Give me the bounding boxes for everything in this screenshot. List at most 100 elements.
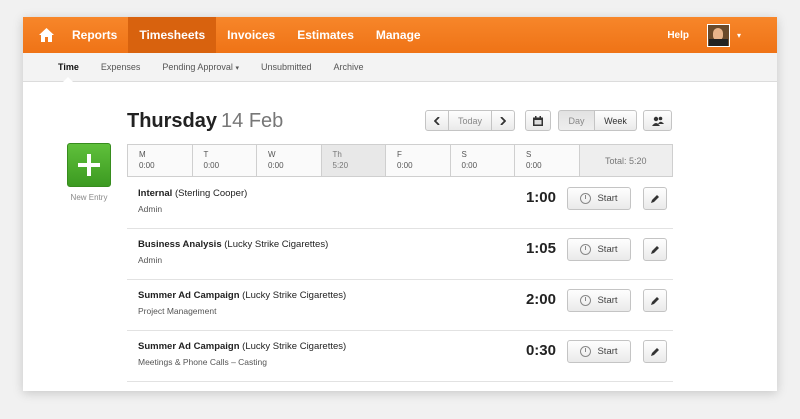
week-day-fri[interactable]: F 0:00 bbox=[386, 145, 451, 176]
nav-right: Help ▾ bbox=[667, 17, 777, 53]
pencil-icon bbox=[651, 245, 659, 254]
entry-title: Summer Ad Campaign (Lucky Strike Cigaret… bbox=[138, 290, 346, 301]
week-day-time: 5:20 bbox=[332, 161, 349, 170]
week-view-button[interactable]: Week bbox=[594, 110, 637, 131]
help-link[interactable]: Help bbox=[667, 30, 689, 41]
week-day-time: 0:00 bbox=[461, 161, 478, 170]
week-day-tue[interactable]: T 0:00 bbox=[193, 145, 257, 176]
start-timer-button[interactable]: Start bbox=[567, 238, 631, 261]
clock-icon bbox=[580, 244, 592, 255]
nav-estimates[interactable]: Estimates bbox=[286, 17, 365, 53]
week-day-time: 0:00 bbox=[397, 161, 413, 170]
edit-entry-button[interactable] bbox=[643, 238, 667, 261]
sub-nav: Time Expenses Pending Approval ▾ Unsubmi… bbox=[23, 53, 777, 82]
entry-time: 1:05 bbox=[525, 240, 556, 257]
clock-icon bbox=[580, 346, 592, 357]
edit-entry-button[interactable] bbox=[643, 187, 667, 210]
chevron-right-icon bbox=[500, 116, 506, 125]
calendar-icon bbox=[533, 115, 543, 126]
avatar-suit bbox=[708, 38, 728, 46]
entry-project: Business Analysis bbox=[138, 239, 222, 250]
entry-project: Internal bbox=[138, 188, 173, 199]
subnav-archive[interactable]: Archive bbox=[334, 53, 364, 81]
entry-client: (Lucky Strike Cigarettes) bbox=[224, 239, 329, 250]
clock-icon bbox=[580, 193, 592, 204]
week-summary: M 0:00 T 0:00 W 0:00 Th 5:20 F 0:00 S 0:00 S 0:… bbox=[127, 144, 673, 177]
day-date: 14 Feb bbox=[221, 110, 284, 132]
day-name: Thursday bbox=[127, 110, 218, 132]
calendar-button[interactable] bbox=[525, 110, 551, 131]
entry-time: 2:00 bbox=[525, 291, 556, 308]
time-entry-row: Business Analysis (Lucky Strike Cigarett… bbox=[127, 228, 673, 280]
week-day-thu[interactable]: Th 5:20 bbox=[321, 145, 386, 176]
entry-project: Summer Ad Campaign bbox=[138, 290, 240, 301]
entry-title: Internal (Sterling Cooper) bbox=[138, 188, 247, 199]
time-entry-row: Internal (Sterling Cooper) Admin 1:00 St… bbox=[127, 177, 673, 229]
nav-manage[interactable]: Manage bbox=[365, 17, 432, 53]
next-day-button[interactable] bbox=[491, 110, 515, 131]
chevron-left-icon bbox=[434, 116, 440, 125]
subnav-time[interactable]: Time bbox=[58, 53, 79, 82]
subnav-pending-approval[interactable]: Pending Approval ▾ bbox=[162, 53, 239, 81]
start-timer-button[interactable]: Start bbox=[567, 340, 631, 363]
entry-title: Summer Ad Campaign (Lucky Strike Cigaret… bbox=[138, 341, 346, 352]
week-day-mon[interactable]: M 0:00 bbox=[128, 145, 193, 176]
week-day-letter: T bbox=[203, 150, 209, 159]
entry-task: Project Management bbox=[138, 306, 217, 316]
entry-project: Summer Ad Campaign bbox=[138, 341, 240, 352]
start-label: Start bbox=[597, 244, 618, 255]
top-nav: Reports Timesheets Invoices Estimates Ma… bbox=[23, 17, 777, 53]
subnav-pending-label: Pending Approval bbox=[162, 62, 233, 72]
plus-icon bbox=[78, 154, 100, 176]
entry-time: 0:30 bbox=[525, 342, 556, 359]
clock-icon bbox=[580, 295, 592, 306]
week-day-letter: S bbox=[526, 150, 532, 159]
week-day-wed[interactable]: W 0:00 bbox=[257, 145, 322, 176]
week-day-letter: Th bbox=[332, 150, 342, 159]
week-day-sat[interactable]: S 0:00 bbox=[451, 145, 515, 176]
entry-time: 1:00 bbox=[525, 189, 556, 206]
start-timer-button[interactable]: Start bbox=[567, 187, 631, 210]
nav-reports[interactable]: Reports bbox=[61, 17, 128, 53]
week-day-time: 0:00 bbox=[203, 161, 220, 170]
today-button[interactable]: Today bbox=[448, 110, 492, 131]
pencil-icon bbox=[651, 347, 659, 356]
entry-client: (Lucky Strike Cigarettes) bbox=[242, 341, 347, 352]
entry-client: (Sterling Cooper) bbox=[174, 188, 248, 199]
week-day-time: 0:00 bbox=[526, 161, 542, 170]
entry-task: Admin bbox=[138, 204, 163, 214]
time-entry-row: Summer Ad Campaign (Lucky Strike Cigaret… bbox=[127, 279, 673, 331]
edit-entry-button[interactable] bbox=[643, 289, 667, 312]
people-icon bbox=[651, 116, 664, 126]
time-entry-row: Summer Ad Campaign (Lucky Strike Cigaret… bbox=[127, 330, 673, 382]
nav-timesheets[interactable]: Timesheets bbox=[128, 17, 217, 53]
week-day-time: 0:00 bbox=[139, 161, 155, 170]
prev-day-button[interactable] bbox=[425, 110, 449, 131]
entry-task: Meetings & Phone Calls – Casting bbox=[138, 357, 267, 367]
day-view-button[interactable]: Day bbox=[558, 110, 595, 131]
start-timer-button[interactable]: Start bbox=[567, 289, 631, 312]
page-title: Thursday 14 Feb bbox=[127, 110, 283, 133]
week-day-sun[interactable]: S 0:00 bbox=[515, 145, 580, 176]
edit-entry-button[interactable] bbox=[643, 340, 667, 363]
avatar[interactable] bbox=[706, 23, 730, 47]
pencil-icon bbox=[651, 194, 659, 203]
subnav-expenses[interactable]: Expenses bbox=[101, 53, 141, 81]
week-day-letter: W bbox=[268, 150, 276, 159]
app-window: Reports Timesheets Invoices Estimates Ma… bbox=[23, 17, 777, 391]
home-icon[interactable] bbox=[31, 17, 61, 53]
new-entry-label: New Entry bbox=[70, 193, 108, 202]
entry-title: Business Analysis (Lucky Strike Cigarett… bbox=[138, 239, 328, 250]
nav-invoices[interactable]: Invoices bbox=[216, 17, 286, 53]
subnav-unsubmitted[interactable]: Unsubmitted bbox=[261, 53, 312, 81]
week-day-letter: M bbox=[139, 150, 146, 159]
start-label: Start bbox=[597, 193, 618, 204]
start-label: Start bbox=[597, 295, 618, 306]
new-entry-button[interactable] bbox=[67, 143, 111, 187]
week-day-letter: F bbox=[397, 150, 402, 159]
pending-caret-icon: ▾ bbox=[235, 65, 239, 72]
pencil-icon bbox=[651, 296, 659, 305]
user-menu-caret-icon[interactable]: ▾ bbox=[737, 31, 741, 40]
week-day-letter: S bbox=[461, 150, 467, 159]
team-button[interactable] bbox=[643, 110, 672, 131]
